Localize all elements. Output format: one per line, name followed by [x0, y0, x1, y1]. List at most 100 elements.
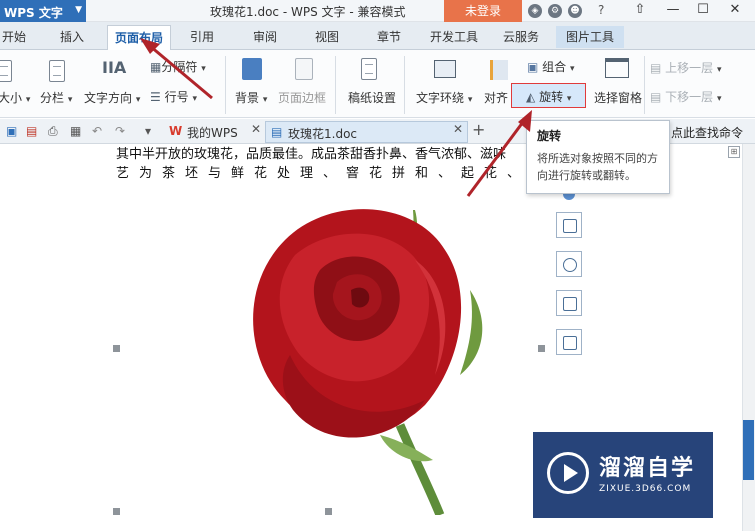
ribbon-tabs: 开始 插入 页面布局 引用 审阅 视图 章节 开发工具 云服务 图片工具 — [0, 22, 755, 51]
tab-insert[interactable]: 插入 — [60, 28, 84, 45]
separator-label: 分隔符 — [161, 60, 198, 74]
login-button[interactable]: 未登录 — [444, 0, 522, 22]
ribbon-divider — [404, 56, 405, 114]
rose-image[interactable] — [115, 170, 545, 515]
chevron-down-icon: ▾ — [717, 94, 722, 104]
watermark-title: 溜溜自学 — [599, 456, 696, 481]
tab-developer[interactable]: 开发工具 — [430, 28, 478, 45]
doc-tab-rose[interactable]: ▤ 玫瑰花1.doc — [265, 121, 468, 143]
titlebar-icon-group: ◈ ⚙ ☻ — [528, 2, 582, 20]
tab-home[interactable]: 开始 — [2, 28, 26, 45]
rose-bloom — [253, 209, 462, 438]
zoom-in-icon[interactable] — [556, 251, 582, 277]
group-button[interactable]: ▣ 组合 ▾ — [527, 58, 575, 75]
tab-review[interactable]: 审阅 — [253, 28, 277, 45]
print-icon[interactable]: ⎙ — [48, 124, 62, 138]
text-wrap-button[interactable]: 文字环绕 ▾ — [416, 89, 472, 106]
command-search-hint[interactable]: 点此查找命令 — [671, 124, 743, 141]
picture-border-icon[interactable] — [556, 329, 582, 355]
draft-settings-button[interactable]: 稿纸设置 — [348, 89, 396, 106]
tab-page-layout[interactable]: 页面布局 — [107, 25, 172, 51]
user-icon[interactable]: ☻ — [568, 4, 582, 18]
maximize-button[interactable]: ☐ — [690, 0, 716, 22]
background-label: 背景 — [235, 91, 260, 105]
group-label: 组合 — [542, 60, 567, 74]
ribbon-divider — [644, 56, 645, 114]
pin-icon[interactable]: ⇧ — [627, 0, 653, 22]
chevron-down-icon: ▾ — [135, 95, 141, 105]
separator-button[interactable]: ▦分隔符 ▾ — [150, 58, 206, 75]
separator-icon: ▦ — [150, 60, 162, 74]
paragraph-line: 其中半开放的玫瑰花，品质最佳。成品茶甜香扑鼻、香气浓郁、滋味 — [116, 147, 507, 162]
close-icon[interactable]: ✕ — [453, 122, 463, 136]
resize-handle[interactable] — [113, 508, 120, 515]
resize-handle[interactable] — [113, 345, 120, 352]
background-button[interactable]: 背景 ▾ — [235, 89, 267, 106]
ribbon-divider — [335, 56, 336, 114]
bring-forward-button[interactable]: ▤ 上移一层 ▾ — [650, 59, 722, 76]
page-border-button[interactable]: 页面边框 — [278, 89, 326, 106]
skin-icon[interactable]: ◈ — [528, 4, 542, 18]
tab-picture-tools[interactable]: 图片工具 — [556, 26, 625, 48]
columns-label: 分栏 — [40, 91, 65, 105]
chevron-down-icon: ▾ — [262, 95, 268, 105]
chevron-down-icon: ▾ — [67, 95, 73, 105]
chevron-down-icon: ▾ — [192, 94, 197, 104]
tab-view[interactable]: 视图 — [315, 28, 339, 45]
send-backward-label: 下移一层 — [665, 90, 714, 104]
doc-tab-my-wps[interactable]: W 我的WPS — [165, 121, 265, 143]
line-number-icon: ☰ — [150, 90, 161, 104]
draft-settings-icon — [361, 58, 377, 80]
tab-cloud[interactable]: 云服务 — [503, 28, 539, 45]
window-title: 玫瑰花1.doc - WPS 文字 - 兼容模式 — [210, 5, 406, 19]
save-icon[interactable]: ▣ — [6, 124, 20, 138]
redo-icon[interactable]: ↷ — [115, 124, 129, 138]
chevron-down-icon: ▾ — [201, 64, 206, 74]
send-backward-button[interactable]: ▤ 下移一层 ▾ — [650, 88, 722, 105]
help-icon[interactable]: ? — [598, 3, 604, 17]
crop-icon[interactable] — [556, 290, 582, 316]
chevron-down-icon: ▾ — [717, 65, 722, 75]
size-label: 大小 — [0, 91, 23, 105]
tab-references[interactable]: 引用 — [190, 28, 214, 45]
close-icon[interactable]: ✕ — [251, 122, 261, 136]
background-icon — [242, 58, 262, 80]
columns-icon — [49, 60, 65, 82]
wps-logo-icon: W — [169, 124, 183, 138]
title-bar: WPS 文字 ▼ 玫瑰花1.doc - WPS 文字 - 兼容模式 未登录 ◈ … — [0, 0, 755, 22]
watermark-url: ZIXUE.3D66.COM — [599, 484, 692, 494]
doc-tab-label: 我的WPS — [187, 126, 238, 140]
rotate-icon: ◭ — [526, 90, 536, 104]
ribbon-divider — [225, 56, 226, 114]
tab-chapter[interactable]: 章节 — [377, 28, 401, 45]
rotate-button[interactable]: ◭ 旋转 ▾ — [526, 88, 571, 105]
export-pdf-icon[interactable]: ▤ — [26, 124, 40, 138]
bring-forward-icon: ▤ — [650, 61, 662, 75]
resize-handle[interactable] — [538, 345, 545, 352]
settings-icon[interactable]: ⚙ — [548, 4, 562, 18]
ruler-toggle-icon[interactable]: ⊞ — [728, 146, 740, 158]
columns-button[interactable]: 分栏 ▾ — [40, 89, 72, 106]
scrollbar-thumb[interactable] — [743, 420, 754, 480]
print-preview-icon[interactable]: ▦ — [70, 124, 84, 138]
site-watermark: 溜溜自学 ZIXUE.3D66.COM — [533, 432, 713, 518]
undo-icon[interactable]: ↶ — [92, 124, 106, 138]
size-button[interactable]: 大小 ▾ — [0, 89, 30, 106]
add-tab-button[interactable]: + — [472, 120, 485, 139]
selection-pane-icon — [605, 58, 629, 78]
tooltip-title: 旋转 — [537, 129, 562, 143]
selection-pane-button[interactable]: 选择窗格 — [594, 89, 642, 106]
resize-handle[interactable] — [325, 508, 332, 515]
chevron-down-icon[interactable]: ▾ — [145, 124, 159, 138]
minimize-button[interactable]: — — [660, 0, 686, 22]
close-button[interactable]: ✕ — [722, 0, 748, 22]
send-backward-icon: ▤ — [650, 90, 662, 104]
layout-options-button[interactable] — [556, 212, 582, 238]
text-direction-button[interactable]: 文字方向 ▾ — [84, 89, 140, 106]
line-number-button[interactable]: ☰ 行号 ▾ — [150, 88, 197, 105]
text-direction-icon: IIA — [102, 58, 127, 77]
tooltip-description: 将所选对象按照不同的方向进行旋转或翻转。 — [537, 152, 658, 182]
align-label: 对齐 — [484, 91, 509, 105]
text-wrap-label: 文字环绕 — [416, 91, 465, 105]
app-menu-button[interactable]: WPS 文字 ▼ — [0, 0, 86, 22]
